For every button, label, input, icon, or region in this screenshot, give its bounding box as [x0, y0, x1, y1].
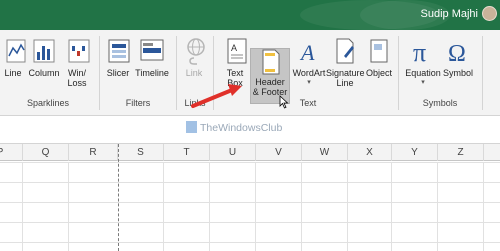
group-separator: [99, 36, 100, 110]
group-separator: [398, 36, 399, 110]
watermark: TheWindowsClub: [200, 122, 283, 134]
group-separator: [176, 36, 177, 110]
link-icon: [181, 36, 211, 66]
sparkline-line-button[interactable]: Line: [2, 36, 26, 96]
grid-line: [301, 162, 302, 251]
text-box-icon: A: [222, 36, 252, 66]
page-break-line: [118, 144, 119, 251]
column-header[interactable]: U: [210, 144, 256, 161]
slicer-button[interactable]: Slicer: [104, 36, 132, 96]
column-header[interactable]: Y: [392, 144, 438, 161]
group-label-sparklines: Sparklines: [26, 98, 70, 108]
button-label: Signature Line: [326, 68, 365, 88]
user-name[interactable]: Sudip Majhi: [421, 8, 478, 20]
button-label: Header & Footer: [252, 77, 288, 97]
column-header[interactable]: Z: [438, 144, 484, 161]
grid-line: [22, 162, 23, 251]
grid-line: [391, 162, 392, 251]
button-label: Timeline: [135, 68, 169, 78]
button-label: Symbol: [442, 68, 473, 78]
chevron-down-icon: ▾: [421, 79, 425, 86]
button-label: Slicer: [106, 68, 130, 78]
symbol-icon: Ω: [443, 36, 473, 67]
grid-line: [163, 162, 164, 251]
column-header-row: P Q R S T U V W X Y Z: [0, 144, 500, 161]
object-button[interactable]: Object: [364, 36, 394, 96]
button-label: Equation: [405, 68, 441, 78]
sparkline-winloss-icon: [64, 36, 94, 66]
timeline-button[interactable]: Timeline: [134, 36, 170, 96]
object-icon: [364, 36, 394, 66]
cursor-icon: [279, 95, 289, 109]
grid-line: [209, 162, 210, 251]
timeline-icon: [137, 36, 167, 66]
svg-text:π: π: [413, 38, 426, 66]
header-footer-icon: [255, 49, 285, 75]
wordart-button[interactable]: A WordArt ▾: [292, 36, 326, 96]
ribbon: Line Column Win/ Loss Sparklines Slicer …: [0, 30, 500, 116]
group-label-symbols: Symbols: [422, 98, 458, 108]
wordart-icon: A: [294, 36, 324, 66]
grid-line: [483, 162, 484, 251]
column-header[interactable]: S: [118, 144, 164, 161]
button-label: Link: [185, 68, 203, 78]
signature-line-button[interactable]: Signature Line: [326, 36, 365, 96]
column-header[interactable]: P: [0, 144, 23, 161]
button-label: Win/ Loss: [67, 68, 87, 88]
svg-text:A: A: [299, 40, 315, 65]
svg-text:A: A: [231, 43, 237, 53]
grid-line: [437, 162, 438, 251]
column-header[interactable]: R: [69, 144, 118, 161]
watermark-logo-icon: [186, 121, 197, 133]
button-label: Object: [365, 68, 392, 78]
group-separator: [482, 36, 483, 110]
chevron-down-icon: ▾: [307, 79, 311, 86]
annotation-arrow-icon: [191, 84, 242, 108]
title-bar: Sudip Majhi: [0, 0, 500, 30]
signature-line-icon: [330, 36, 360, 66]
equation-button[interactable]: π Equation ▾: [404, 36, 442, 96]
grid-line: [255, 162, 256, 251]
sparkline-column-button[interactable]: Column: [28, 36, 60, 96]
equation-icon: π: [408, 36, 438, 67]
symbol-button[interactable]: Ω Symbol: [442, 36, 474, 96]
slicer-icon: [104, 36, 134, 66]
grid-line: [347, 162, 348, 251]
sparkline-column-icon: [29, 36, 59, 66]
sparkline-winloss-button[interactable]: Win/ Loss: [64, 36, 90, 96]
button-label: Line: [4, 68, 22, 78]
column-header[interactable]: T: [164, 144, 210, 161]
avatar[interactable]: [482, 6, 497, 21]
group-label-filters: Filters: [125, 98, 151, 108]
column-header[interactable]: V: [256, 144, 302, 161]
cell-grid[interactable]: [0, 162, 500, 251]
column-header[interactable]: X: [348, 144, 392, 161]
button-label: WordArt: [292, 68, 326, 78]
button-label: Column: [28, 68, 60, 78]
grid-line: [68, 162, 69, 251]
column-header[interactable]: Q: [23, 144, 69, 161]
column-header[interactable]: W: [302, 144, 348, 161]
svg-text:Ω: Ω: [448, 41, 466, 66]
